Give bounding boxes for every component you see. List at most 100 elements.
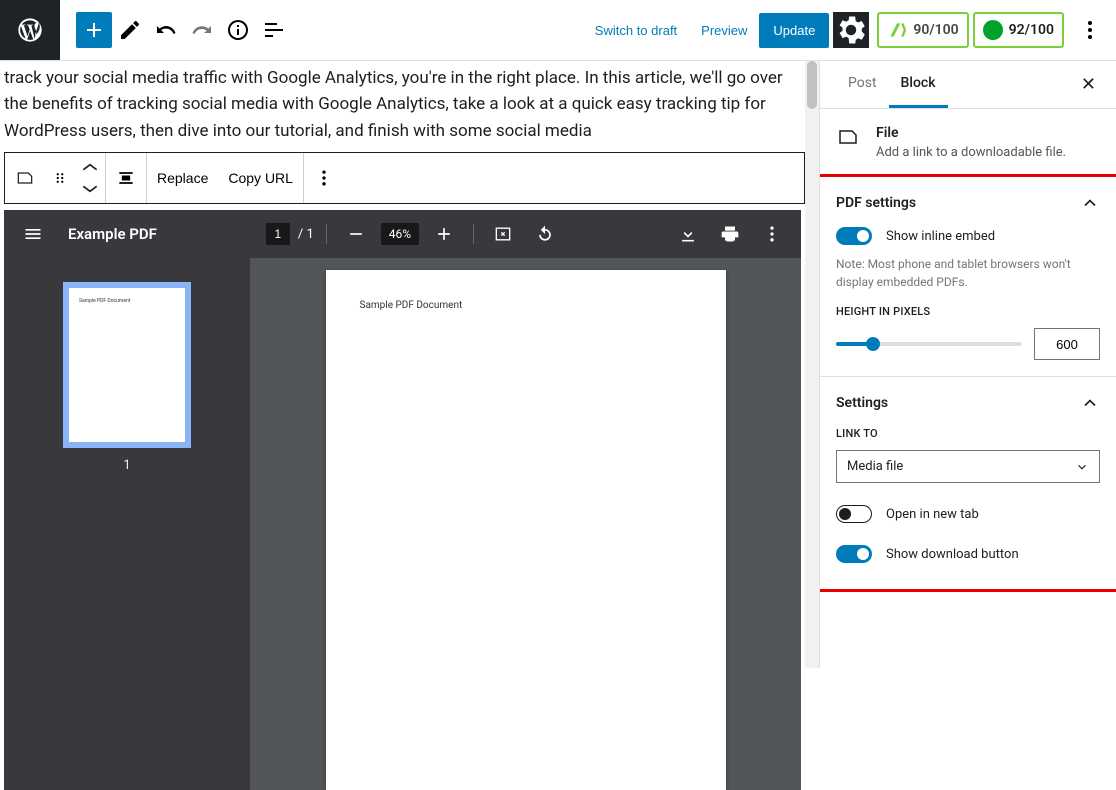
undo-button[interactable] bbox=[148, 12, 184, 48]
slider-thumb[interactable] bbox=[866, 337, 880, 351]
height-slider[interactable] bbox=[836, 342, 1022, 346]
settings-panel: Settings LINK TO Media file Open in new … bbox=[820, 377, 1116, 589]
add-block-button[interactable] bbox=[76, 12, 112, 48]
open-new-tab-toggle[interactable] bbox=[836, 505, 872, 523]
pdf-settings-panel: PDF settings Show inline embed Note: Mos… bbox=[820, 177, 1116, 377]
readability-score: 90/100 bbox=[913, 22, 958, 38]
file-icon bbox=[15, 168, 35, 188]
chevron-up-icon bbox=[80, 158, 100, 178]
wordpress-logo[interactable] bbox=[0, 0, 60, 60]
preview-button[interactable]: Preview bbox=[689, 15, 759, 46]
minus-icon bbox=[346, 224, 366, 244]
zoom-level[interactable]: 46% bbox=[381, 223, 419, 245]
download-icon bbox=[678, 224, 698, 244]
settings-sidebar: Post Block ✕ File Add a link to a downlo… bbox=[819, 61, 1116, 668]
zoom-out-button[interactable] bbox=[339, 217, 373, 251]
zoom-in-button[interactable] bbox=[427, 217, 461, 251]
readability-badge[interactable]: 90/100 bbox=[877, 12, 968, 48]
block-toolbar: Replace Copy URL bbox=[4, 152, 805, 204]
pdf-more-button[interactable] bbox=[755, 217, 789, 251]
menu-icon bbox=[23, 224, 43, 244]
rotate-button[interactable] bbox=[528, 217, 562, 251]
show-inline-label: Show inline embed bbox=[886, 229, 995, 244]
thumb-title: Sample PDF Document bbox=[79, 298, 130, 304]
inline-note: Note: Most phone and tablet browsers won… bbox=[836, 255, 1100, 291]
redo-icon bbox=[190, 18, 214, 42]
close-sidebar-button[interactable]: ✕ bbox=[1077, 70, 1100, 99]
chevron-down-icon bbox=[1075, 460, 1089, 474]
plus-icon bbox=[82, 18, 106, 42]
block-type-button[interactable] bbox=[5, 153, 45, 203]
top-options-button[interactable] bbox=[1072, 12, 1108, 48]
more-vertical-icon bbox=[762, 224, 782, 244]
divider bbox=[473, 224, 474, 244]
wordpress-icon bbox=[16, 16, 44, 44]
pdf-page-viewport[interactable]: Sample PDF Document bbox=[250, 258, 801, 790]
block-title: File bbox=[876, 125, 1066, 141]
align-icon bbox=[116, 168, 136, 188]
divider bbox=[326, 224, 327, 244]
rotate-icon bbox=[535, 224, 555, 244]
file-icon bbox=[836, 125, 860, 149]
drag-icon bbox=[51, 168, 69, 188]
redo-button[interactable] bbox=[184, 12, 220, 48]
tab-block[interactable]: Block bbox=[889, 61, 948, 108]
show-inline-toggle[interactable] bbox=[836, 227, 872, 245]
plus-icon bbox=[434, 224, 454, 244]
update-button[interactable]: Update bbox=[759, 13, 829, 48]
settings-gear-button[interactable] bbox=[833, 12, 869, 48]
info-button[interactable] bbox=[220, 12, 256, 48]
editor-scrollbar-track[interactable] bbox=[805, 61, 819, 668]
outline-button[interactable] bbox=[256, 12, 292, 48]
more-vertical-icon bbox=[314, 168, 334, 188]
open-new-tab-label: Open in new tab bbox=[886, 507, 979, 522]
pdf-thumbnail-number: 1 bbox=[123, 458, 130, 473]
drag-handle[interactable] bbox=[45, 153, 75, 203]
pdf-thumbnail[interactable]: Sample PDF Document bbox=[63, 282, 191, 448]
height-input[interactable] bbox=[1034, 328, 1100, 360]
tab-post[interactable]: Post bbox=[836, 61, 889, 108]
copy-url-button[interactable]: Copy URL bbox=[218, 153, 303, 203]
move-buttons[interactable] bbox=[75, 153, 105, 203]
seo-circle-icon bbox=[983, 20, 1003, 40]
link-to-value: Media file bbox=[847, 459, 903, 474]
highlight-box: PDF settings Show inline embed Note: Mos… bbox=[819, 174, 1116, 592]
print-button[interactable] bbox=[713, 217, 747, 251]
download-pdf-button[interactable] bbox=[671, 217, 705, 251]
pdf-page-input[interactable] bbox=[266, 223, 290, 245]
block-more-button[interactable] bbox=[304, 153, 344, 203]
link-to-select[interactable]: Media file bbox=[836, 450, 1100, 483]
sidebar-tabs: Post Block ✕ bbox=[820, 61, 1116, 109]
seo-score: 92/100 bbox=[1009, 22, 1054, 38]
seo-badge[interactable]: 92/100 bbox=[973, 12, 1064, 48]
chevron-up-icon bbox=[1080, 193, 1100, 213]
pdf-menu-button[interactable] bbox=[16, 217, 50, 251]
pdf-page-title: Sample PDF Document bbox=[326, 270, 726, 311]
replace-button[interactable]: Replace bbox=[147, 153, 218, 203]
editor-canvas: track your social media traffic with Goo… bbox=[0, 61, 819, 668]
list-view-icon bbox=[262, 18, 286, 42]
fit-icon bbox=[493, 224, 513, 244]
link-to-label: LINK TO bbox=[836, 427, 1100, 440]
block-header: File Add a link to a downloadable file. bbox=[820, 109, 1116, 177]
paragraph-block[interactable]: track your social media traffic with Goo… bbox=[0, 61, 805, 144]
info-icon bbox=[226, 18, 250, 42]
pencil-icon bbox=[118, 18, 142, 42]
gear-icon bbox=[833, 12, 869, 48]
tools-button[interactable] bbox=[112, 12, 148, 48]
pdf-title: Example PDF bbox=[68, 225, 157, 243]
settings-header[interactable]: Settings bbox=[836, 393, 1100, 413]
pdf-page-total: / 1 bbox=[298, 227, 314, 242]
print-icon bbox=[720, 224, 740, 244]
editor-scrollbar-thumb[interactable] bbox=[807, 61, 817, 109]
settings-title: Settings bbox=[836, 395, 888, 411]
pdf-settings-header[interactable]: PDF settings bbox=[836, 193, 1100, 213]
align-button[interactable] bbox=[106, 153, 146, 203]
switch-to-draft-button[interactable]: Switch to draft bbox=[583, 15, 689, 46]
show-download-toggle[interactable] bbox=[836, 545, 872, 563]
pdf-page: Sample PDF Document bbox=[326, 270, 726, 790]
fit-page-button[interactable] bbox=[486, 217, 520, 251]
readability-icon bbox=[887, 20, 907, 40]
chevron-down-icon bbox=[80, 178, 100, 198]
height-label: HEIGHT IN PIXELS bbox=[836, 305, 1100, 318]
